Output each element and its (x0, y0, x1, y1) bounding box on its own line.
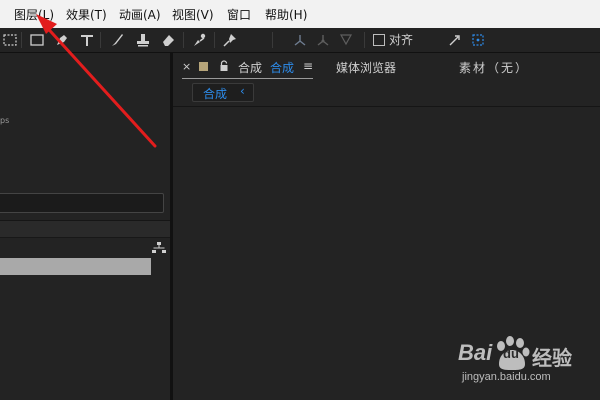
menu-window[interactable]: 窗口 (227, 6, 251, 23)
project-item-selected[interactable] (0, 258, 151, 275)
pan-behind-tool-icon[interactable] (0, 30, 20, 50)
watermark-url: jingyan.baidu.com (462, 371, 551, 383)
tab-composition-name[interactable]: 合成 (270, 59, 294, 76)
toolbar-divider (364, 32, 365, 48)
snap-grid-icon[interactable] (468, 30, 488, 50)
snapping-toggle[interactable]: 对齐 (373, 31, 413, 48)
watermark-bai-text: Bai (458, 340, 493, 365)
local-axis-mode-icon[interactable] (290, 30, 310, 50)
composition-color-swatch (199, 62, 208, 71)
world-axis-mode-icon[interactable] (313, 30, 333, 50)
toolbar-divider (21, 32, 22, 48)
clone-stamp-tool-icon[interactable] (133, 30, 153, 50)
breadcrumb-arrow-icon[interactable]: ‹ (240, 84, 245, 98)
snapping-checkbox[interactable] (373, 33, 385, 46)
tab-close-icon[interactable]: × (182, 60, 191, 73)
watermark-du-text: du (503, 346, 519, 361)
snap-options-icon[interactable] (445, 30, 465, 50)
toolbar-divider (214, 32, 215, 48)
tab-media-browser[interactable]: 媒体浏览器 (336, 59, 396, 76)
panel-menu-icon[interactable]: ≡ (303, 59, 313, 73)
lock-icon[interactable] (219, 60, 229, 72)
rectangle-tool-icon[interactable] (27, 30, 47, 50)
tab-footage[interactable]: 素材（无） (459, 59, 529, 76)
active-tab-underline (182, 78, 313, 79)
watermark-jingyan-text: 经验 (532, 346, 572, 370)
breadcrumb-label[interactable]: 合成 (203, 85, 227, 102)
menu-view[interactable]: 视图(V) (172, 6, 214, 23)
eraser-tool-icon[interactable] (158, 30, 178, 50)
hierarchy-icon[interactable] (152, 242, 166, 254)
menu-animation[interactable]: 动画(A) (119, 6, 161, 23)
toolbar-divider (100, 32, 101, 48)
menu-bar: 图层(L) 效果(T) 动画(A) 视图(V) 窗口 帮助(H) (0, 0, 600, 29)
tab-composition-prefix[interactable]: 合成 (238, 59, 262, 76)
project-info-text: ps (0, 116, 10, 125)
project-search-input[interactable] (0, 193, 164, 213)
tools-toolbar: 对齐 (0, 28, 600, 53)
roto-brush-tool-icon[interactable] (190, 30, 210, 50)
type-tool-icon[interactable] (77, 30, 97, 50)
toolbar-divider (272, 32, 273, 48)
menu-help[interactable]: 帮助(H) (265, 6, 307, 23)
snapping-label: 对齐 (389, 33, 414, 47)
menu-layer[interactable]: 图层(L) (14, 6, 54, 23)
toolbar-divider (183, 32, 184, 48)
brush-tool-icon[interactable] (107, 30, 127, 50)
pen-tool-icon[interactable] (52, 30, 72, 50)
view-axis-mode-icon[interactable] (336, 30, 356, 50)
menu-effect[interactable]: 效果(T) (66, 6, 107, 23)
project-column-header (0, 221, 170, 238)
puppet-pin-tool-icon[interactable] (220, 30, 240, 50)
